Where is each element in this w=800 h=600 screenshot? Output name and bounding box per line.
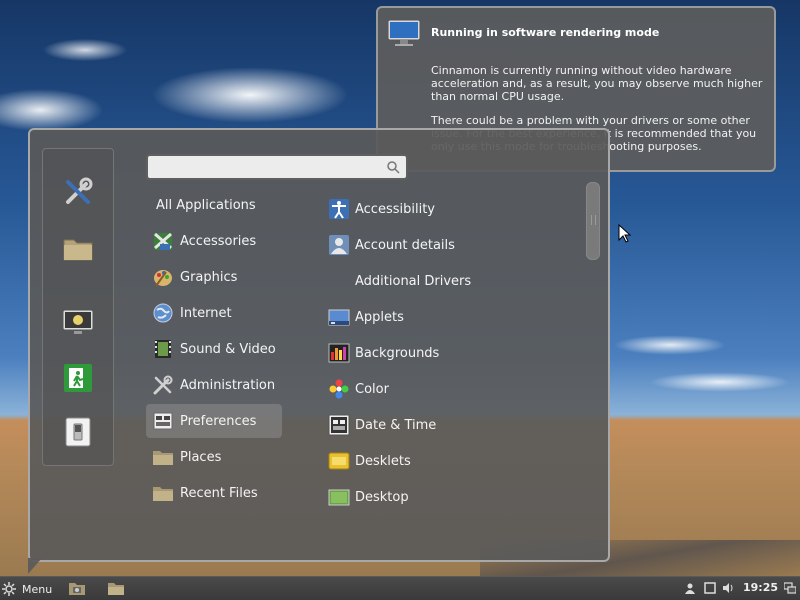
category-places[interactable]: Places [146, 440, 282, 474]
app-additional-drivers[interactable]: Additional Drivers [326, 264, 586, 298]
app-applets[interactable]: Applets [326, 300, 586, 334]
favorite-system-settings[interactable] [61, 175, 95, 209]
notification-title: Running in software rendering mode [431, 26, 660, 39]
account-icon [329, 235, 349, 255]
app-color[interactable]: Color [326, 372, 586, 406]
category-label: Preferences [180, 413, 257, 429]
graphics-palette-icon [154, 270, 172, 287]
backgrounds-icon [328, 343, 350, 363]
favorite-logout[interactable] [61, 361, 95, 395]
folder-icon[interactable] [107, 580, 125, 596]
category-label: All Applications [156, 197, 256, 213]
category-internet[interactable]: Internet [146, 296, 282, 330]
category-label: Recent Files [180, 485, 258, 501]
app-accessibility[interactable]: Accessibility [326, 192, 586, 226]
app-label: Additional Drivers [355, 273, 472, 289]
search-icon [387, 161, 400, 174]
date-time-icon [328, 414, 350, 436]
user-icon[interactable] [684, 582, 696, 594]
app-date-time[interactable]: Date & Time [326, 408, 586, 442]
app-desktop[interactable]: Desktop [326, 480, 586, 514]
category-label: Internet [180, 305, 232, 321]
category-administration[interactable]: Administration [146, 368, 282, 402]
search-input[interactable] [152, 158, 384, 178]
category-recent-files[interactable]: Recent Files [146, 476, 282, 510]
exit-icon [64, 364, 92, 392]
app-label: Backgrounds [355, 345, 440, 361]
folder-icon [63, 239, 93, 261]
bottom-panel: Menu 19:25 [0, 576, 800, 600]
monitor-icon [387, 19, 421, 46]
apps-scrollbar[interactable] [586, 182, 600, 260]
favorite-files[interactable] [61, 231, 95, 265]
clock[interactable]: 19:25 [743, 581, 778, 594]
app-label: Account details [355, 237, 455, 253]
notification-body: Cinnamon is currently running without vi… [431, 64, 763, 103]
menu-pointer-arrow [28, 558, 42, 574]
app-desklets[interactable]: Desklets [326, 444, 586, 478]
menu-button-label: Menu [22, 582, 53, 596]
lock-screen-icon [62, 309, 94, 334]
favorite-lock-screen[interactable] [61, 305, 95, 339]
app-label: Applets [355, 309, 404, 325]
category-graphics[interactable]: Graphics [146, 260, 282, 294]
window-icon[interactable] [704, 582, 716, 594]
blank-icon [328, 270, 350, 292]
folder-icon [153, 487, 173, 501]
category-all-applications[interactable]: All Applications [146, 188, 282, 222]
tools-icon [153, 375, 173, 395]
menu-button[interactable]: Menu [2, 579, 52, 599]
app-label: Desktop [355, 489, 409, 505]
applets-icon [328, 309, 350, 326]
color-icon [329, 379, 349, 399]
app-label: Date & Time [355, 417, 437, 433]
search-box[interactable] [146, 154, 408, 180]
film-music-icon [155, 340, 171, 358]
app-account-details[interactable]: Account details [326, 228, 586, 262]
favorites-sidebar [42, 148, 114, 466]
network-icon[interactable] [784, 582, 796, 594]
globe-icon [153, 303, 173, 323]
app-backgrounds[interactable]: Backgrounds [326, 336, 586, 370]
folder-icon [153, 451, 173, 465]
category-label: Accessories [180, 233, 257, 249]
category-label: Graphics [180, 269, 238, 285]
favorite-shutdown[interactable] [61, 415, 95, 449]
scrollbar-grip [591, 215, 596, 225]
screenshot-icon[interactable] [68, 580, 86, 596]
power-switch-icon [65, 417, 91, 447]
category-sound-video[interactable]: Sound & Video [146, 332, 282, 366]
desktop-icon [328, 489, 350, 506]
category-label: Administration [180, 377, 276, 393]
volume-icon[interactable] [722, 582, 734, 594]
preferences-icon [153, 412, 173, 430]
app-label: Color [355, 381, 389, 397]
category-preferences[interactable]: Preferences [146, 404, 282, 438]
accessibility-icon [329, 199, 349, 219]
app-label: Desklets [355, 453, 411, 469]
category-accessories[interactable]: Accessories [146, 224, 282, 258]
cinnamon-menu-icon [2, 582, 16, 596]
category-label: Places [180, 449, 222, 465]
mouse-cursor-icon [618, 224, 632, 243]
app-label: Accessibility [355, 201, 435, 217]
application-menu: All Applications Accessories Graphics In… [28, 128, 610, 562]
desklets-icon [328, 452, 350, 470]
accessories-icon [154, 232, 172, 250]
category-label: Sound & Video [180, 341, 276, 357]
wrench-screwdriver-icon [66, 177, 93, 204]
